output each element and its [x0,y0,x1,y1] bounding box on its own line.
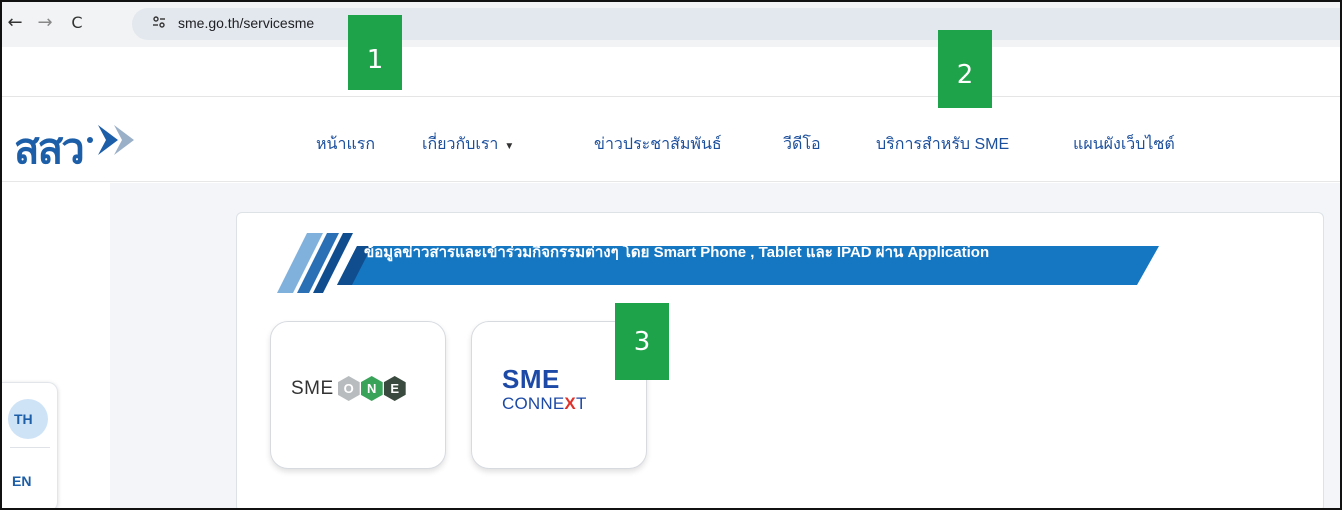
sme-one-prefix: SME [291,377,334,399]
menu-news[interactable]: ข่าวประชาสัมพันธ์ [594,132,722,157]
marker-2: 2 [938,30,992,108]
sme-one-app-tile[interactable]: SME O N E [270,321,446,469]
sme-connext-line2: CONNEXT [502,394,587,413]
language-en-button[interactable]: EN [12,473,31,489]
language-switcher: TH EN [2,382,58,508]
hex-o: O [337,376,360,401]
menu-video[interactable]: วีดีโอ [783,132,821,157]
sme-one-logo: SME O N E [291,376,407,401]
back-arrow-icon[interactable]: ← [4,12,26,34]
hex-n: N [360,376,383,401]
marker-3: 3 [615,303,669,380]
menu-sitemap[interactable]: แผนผังเว็บไซต์ [1073,132,1175,157]
menu-home[interactable]: หน้าแรก [316,132,375,157]
browser-toolbar: ← → C sme.go.th/servicesme [2,2,1340,47]
screenshot-frame: ← → C sme.go.th/servicesme สสว หน้าแรก เ… [0,0,1342,510]
reload-icon[interactable]: C [66,12,88,34]
main-content: TH EN ข้อมูลข่าวสารและเข้าร่วมกิจกรรมต่า… [2,183,1340,508]
banner-text: ข้อมูลข่าวสารและเข้าร่วมกิจกรรมต่างๆ โดย… [364,244,990,261]
site-logo[interactable]: สสว [14,116,85,182]
url-text[interactable]: sme.go.th/servicesme [178,15,314,31]
sme-connext-line1: SME [502,364,560,394]
services-card: ข้อมูลข่าวสารและเข้าร่วมกิจกรรมต่างๆ โดย… [236,212,1324,508]
marker-1: 1 [348,15,402,90]
menu-about[interactable]: เกี่ยวกับเรา ▼ [422,132,514,157]
site-info-icon[interactable] [152,15,166,32]
forward-arrow-icon[interactable]: → [34,12,56,34]
hex-e: E [383,376,406,401]
address-bar[interactable]: sme.go.th/servicesme [132,8,1340,40]
site-header: สสว หน้าแรก เกี่ยวกับเรา ▼ ข่าวประชาสัมพั… [2,98,1340,182]
logo-arrow-icon [87,125,134,155]
language-th-button[interactable]: TH [8,399,48,439]
menu-sme-services[interactable]: บริการสำหรับ SME [876,132,1009,157]
chevron-down-icon: ▼ [504,141,515,152]
page-top-strip [2,47,1340,97]
language-divider [10,447,50,448]
